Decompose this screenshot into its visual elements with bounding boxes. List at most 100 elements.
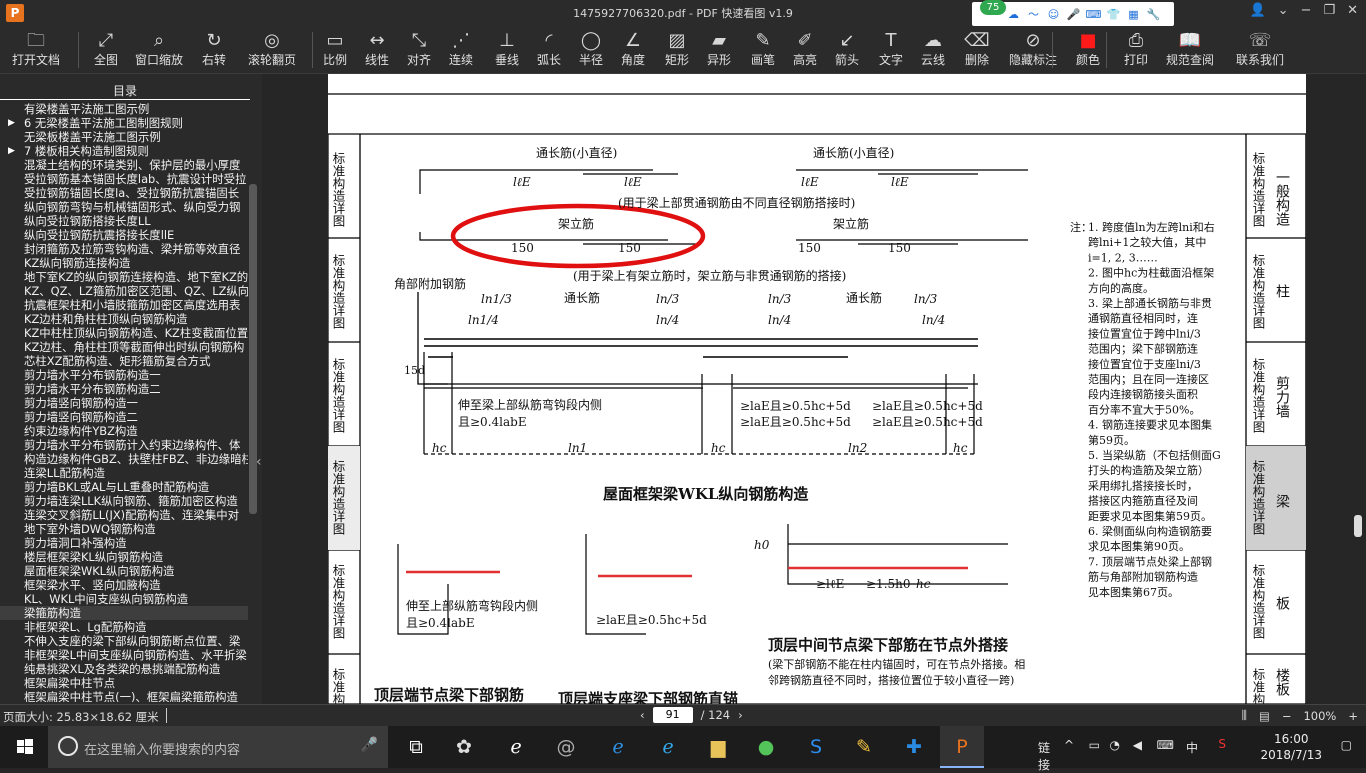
toc-item[interactable]: 屋面框架梁WKL纵向钢筋构造 — [0, 564, 248, 578]
prev-page-icon[interactable]: ‹ — [640, 708, 645, 722]
battery-icon[interactable]: ▭ — [1089, 738, 1100, 752]
toolbar-linear-dim-button[interactable]: ↔ 线性 — [360, 26, 394, 74]
toc-item[interactable]: 混凝土结构的环境类别、保护层的最小厚度 — [0, 158, 248, 172]
next-page-icon[interactable]: › — [738, 708, 743, 722]
toc-item[interactable]: 连梁交叉斜筋LL(JX)配筋构造、连梁集中对 — [0, 508, 248, 522]
toolbar-rotate-right-button[interactable]: ↻ 右转 — [194, 26, 234, 74]
sogou-ime-icon[interactable]: S — [1218, 737, 1226, 751]
toc-item[interactable]: 地下室KZ的纵向钢筋连接构造、地下室KZ的 — [0, 270, 248, 284]
green-app-icon[interactable]: ● — [744, 726, 788, 768]
toc-item[interactable]: 剪力墙洞口补强构造 — [0, 536, 248, 550]
toolbar-window-zoom-button[interactable]: ⌕ 窗口缩放 — [134, 26, 184, 74]
expand-arrow-icon[interactable]: ▶ — [8, 116, 15, 130]
notification-icon[interactable]: ▢ — [1341, 738, 1352, 752]
toc-item[interactable]: KZ纵向钢筋连接构造 — [0, 256, 248, 270]
blue-tool-icon[interactable]: ✚ — [892, 726, 936, 768]
pdf-viewer-taskbar-icon[interactable]: P — [940, 726, 984, 768]
clock[interactable]: 16:00 2018/7/13 — [1260, 731, 1322, 763]
toolbar-fit-all-button[interactable]: ⤢ 全图 — [88, 26, 124, 74]
toc-item[interactable]: 纯悬挑梁XL及各类梁的悬挑端配筋构造 — [0, 662, 248, 676]
collapse-sidebar-icon[interactable]: ‹ — [256, 454, 262, 470]
microphone-icon[interactable]: 🎤 — [361, 737, 378, 753]
toolbar-radius-button[interactable]: ◯ 半径 — [574, 26, 608, 74]
toc-item[interactable]: 非框架梁L、Lg配筋构造 — [0, 620, 248, 634]
toolbar-highlighter-button[interactable]: ✐ 高亮 — [788, 26, 822, 74]
toolbar-continuous-dim-button[interactable]: ⋰ 连续 — [444, 26, 478, 74]
task-view-icon[interactable]: ⧉ — [394, 726, 438, 768]
toc-item[interactable]: 剪力墙水平分布钢筋计入约束边缘构件、体 — [0, 438, 248, 452]
single-page-icon[interactable]: ⫼ — [1242, 708, 1247, 723]
notes-app-icon[interactable]: ✎ — [842, 726, 886, 768]
spiral-app-icon[interactable]: @ — [544, 726, 588, 768]
toc-item[interactable]: 纵向受拉钢筋抗震搭接长度llE — [0, 228, 248, 242]
toolbar-aligned-dim-button[interactable]: ⤡ 对齐 — [402, 26, 436, 74]
toolbar-eraser-button[interactable]: ⌫ 删除 — [960, 26, 994, 74]
menu-icon[interactable]: ⌄ — [1278, 3, 1289, 18]
close-icon[interactable]: ✕ — [1347, 3, 1358, 18]
expand-arrow-icon[interactable]: ▶ — [8, 144, 15, 158]
zoom-in-icon[interactable]: + — [1348, 709, 1358, 723]
toc-item[interactable]: 纵向钢筋弯钩与机械锚固形式、纵向受力钢 — [0, 200, 248, 214]
qq-shirt-icon[interactable]: 👕 — [1105, 6, 1122, 23]
pinwheel-app-icon[interactable]: ✿ — [442, 726, 486, 768]
toolbar-text-button[interactable]: T 文字 — [874, 26, 908, 74]
qq-wrench-icon[interactable]: 🔧 — [1145, 6, 1162, 23]
toc-item[interactable]: 剪力墙BKL或AL与LL重叠时配筋构造 — [0, 480, 248, 494]
toolbar-irregular-button[interactable]: ▰ 异形 — [702, 26, 736, 74]
toc-item[interactable]: 非框架梁L中间支座纵向钢筋构造、水平折梁 — [0, 648, 248, 662]
toc-item[interactable]: KZ、QZ、LZ箍筋加密区范围、QZ、LZ纵向钢筋 — [0, 284, 248, 298]
toolbar-mouse-wheel-button[interactable]: ◎ 滚轮翻页 — [244, 26, 300, 74]
page-size-field[interactable] — [166, 708, 167, 723]
toolbar-contact-button[interactable]: ☏ 联系我们 — [1230, 26, 1290, 74]
toc-item[interactable]: 剪力墙水平分布钢筋构造二 — [0, 382, 248, 396]
file-explorer-icon[interactable]: ▆ — [696, 726, 740, 768]
toc-item[interactable]: KZ中柱柱顶纵向钢筋构造、KZ柱变截面位置 — [0, 326, 248, 340]
toc-item[interactable]: 剪力墙竖向钢筋构造二 — [0, 410, 248, 424]
toc-item[interactable]: 框架扁梁中柱节点 — [0, 676, 248, 690]
toolbar-hide-mark-button[interactable]: ⊘ 隐藏标注 — [1004, 26, 1062, 74]
toolbar-perpendicular-button[interactable]: ⊥ 垂线 — [490, 26, 524, 74]
ie-browser-icon[interactable]: ℯ — [494, 726, 538, 768]
toc-item[interactable]: 楼层框架梁KL纵向钢筋构造 — [0, 550, 248, 564]
toolbar-cloud-line-button[interactable]: ☁ 云线 — [916, 26, 950, 74]
toc-item[interactable]: ▶ 6 无梁楼盖平法施工图制图规则 — [0, 116, 248, 130]
toc-item[interactable]: 封闭箍筋及拉筋弯钩构造、梁并筋等效直径 — [0, 242, 248, 256]
maximize-icon[interactable]: ❐ — [1323, 3, 1335, 18]
toc-item[interactable]: KZ边柱和角柱柱顶纵向钢筋构造 — [0, 312, 248, 326]
document-scrollbar[interactable] — [1354, 515, 1362, 537]
toc-item[interactable]: 纵向受拉钢筋搭接长度LL — [0, 214, 248, 228]
ie-blue-icon[interactable]: ℯ — [646, 726, 690, 768]
qq-keyboard-icon[interactable]: ⌨ — [1085, 6, 1102, 23]
toc-item[interactable]: 剪力墙竖向钢筋构造一 — [0, 396, 248, 410]
toolbar-rectangle-button[interactable]: ▨ 矩形 — [660, 26, 694, 74]
zoom-out-icon[interactable]: − — [1282, 709, 1292, 723]
toc-item[interactable]: 构造边缘构件GBZ、扶壁柱FBZ、非边缘暗柱 — [0, 452, 248, 466]
toc-item[interactable]: 受拉钢筋基本锚固长度lab、抗震设计时受拉 — [0, 172, 248, 186]
toc-item[interactable]: 剪力墙水平分布钢筋构造一 — [0, 368, 248, 382]
toc-item[interactable]: 约束边缘构件YBZ构造 — [0, 424, 248, 438]
toc-item[interactable]: 框架扁梁中柱节点(一)、框架扁梁箍筋构造 — [0, 690, 248, 702]
ime-indicator[interactable]: 中 — [1186, 739, 1198, 756]
tray-expand-icon[interactable]: ^ — [1064, 738, 1074, 752]
toc-item[interactable]: 梁箍筋构造 — [0, 606, 248, 620]
toolbar-arrow-button[interactable]: ↙ 箭头 — [830, 26, 864, 74]
taskbar-search[interactable]: 在这里输入你要搜索的内容 🎤 — [48, 726, 388, 768]
edge-browser-icon[interactable]: ℯ — [596, 726, 640, 768]
toc-item[interactable]: KZ边柱、角柱柱顶等截面伸出时纵向钢筋构 — [0, 340, 248, 354]
toolbar-arc-length-button[interactable]: ◜ 弧长 — [532, 26, 566, 74]
toolbar-color-swatch-button[interactable]: ■ 颜色 — [1068, 26, 1108, 74]
network-icon[interactable]: ◔ — [1110, 738, 1120, 752]
user-icon[interactable]: 👤 — [1249, 3, 1265, 18]
minimize-icon[interactable]: − — [1301, 3, 1312, 18]
toc-item[interactable]: ▶ 7 楼板相关构造制图规则 — [0, 144, 248, 158]
qq-smile-icon[interactable]: ☺ — [1045, 6, 1062, 23]
start-button[interactable] — [0, 726, 48, 768]
toolbar-book-button[interactable]: 📖 规范查阅 — [1162, 26, 1218, 74]
toc-item[interactable]: 无梁板楼盖平法施工图示例 — [0, 130, 248, 144]
continuous-page-icon[interactable]: ▤ — [1259, 709, 1270, 723]
toolbar-scale-button[interactable]: ▭ 比例 — [318, 26, 352, 74]
toc-item[interactable]: 有梁楼盖平法施工图示例 — [0, 102, 248, 116]
sogou-browser-icon[interactable]: S — [794, 726, 838, 768]
toc-item[interactable]: 剪力墙连梁LLK纵向钢筋、箍筋加密区构造 — [0, 494, 248, 508]
toc-item[interactable]: 地下室外墙DWQ钢筋构造 — [0, 522, 248, 536]
